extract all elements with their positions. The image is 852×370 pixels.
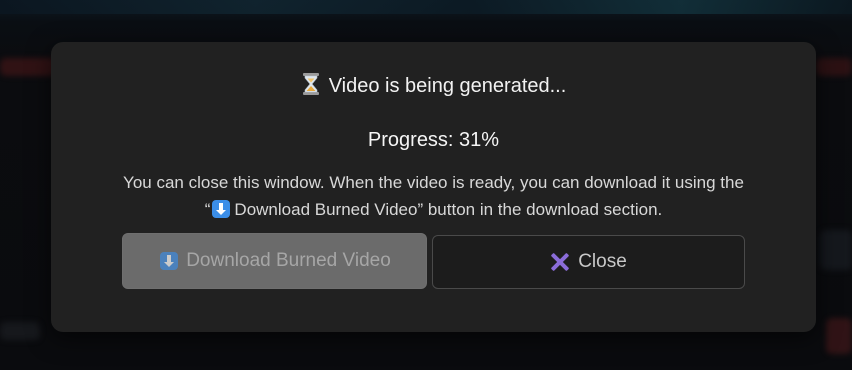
background-element — [816, 58, 852, 76]
modal-title: Video is being generated... — [51, 72, 816, 100]
background-element — [826, 318, 852, 354]
down-arrow-icon — [212, 200, 231, 218]
download-button-label: Download Burned Video — [186, 250, 391, 271]
info-button-name: Download Burned Video — [234, 200, 418, 219]
background-element — [0, 322, 40, 340]
video-generation-modal: Video is being generated... Progress: 31… — [51, 42, 816, 332]
progress-text: Progress: 31% — [367, 129, 500, 151]
info-message: You can close this window. When the vide… — [81, 169, 786, 223]
close-button-label: Close — [578, 251, 627, 272]
hourglass-icon — [302, 73, 319, 95]
info-open-quote: “ — [204, 200, 211, 219]
background-element — [0, 58, 56, 76]
close-button[interactable]: Close — [432, 235, 745, 289]
modal-title-text: Video is being generated... — [328, 75, 567, 97]
background-header-strip — [0, 0, 852, 14]
down-arrow-icon — [160, 252, 179, 270]
info-line-1: You can close this window. When the vide… — [123, 173, 744, 192]
download-burned-video-button[interactable]: Download Burned Video — [122, 233, 427, 289]
close-icon — [550, 252, 570, 272]
info-line-2-rest: ” button in the download section. — [417, 200, 663, 219]
background-element — [820, 230, 852, 270]
